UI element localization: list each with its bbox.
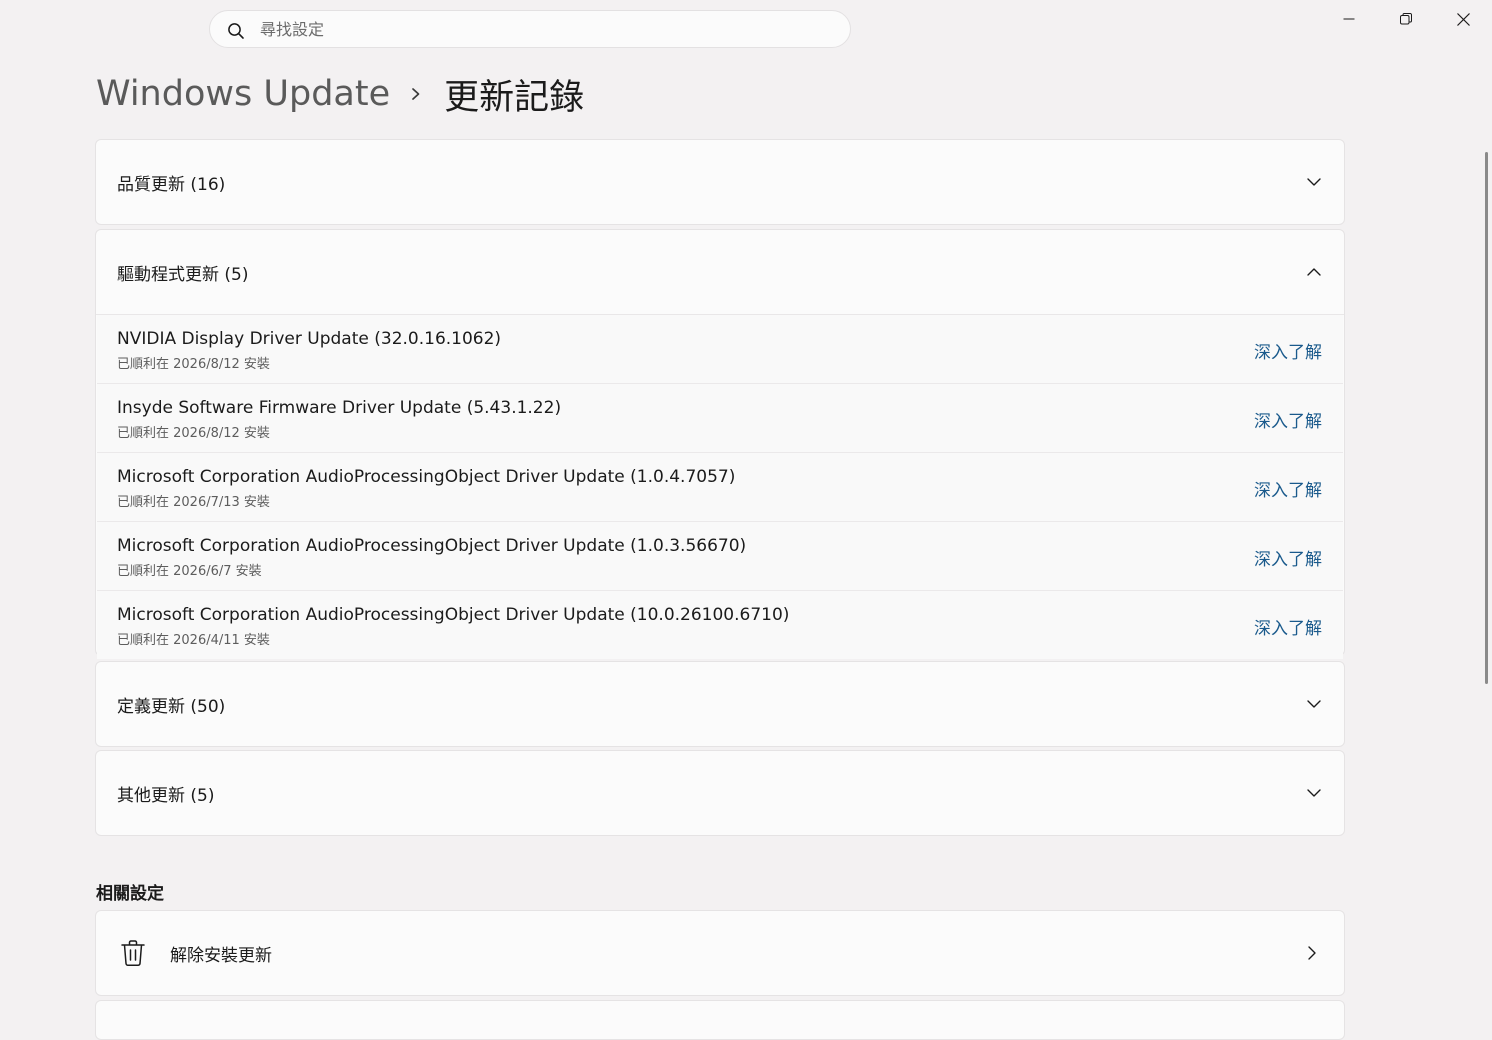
chevron-down-icon	[1307, 700, 1321, 708]
chevron-up-icon	[1307, 268, 1321, 276]
learn-more-link[interactable]: 深入了解	[1254, 338, 1322, 363]
list-item: Insyde Software Firmware Driver Update (…	[97, 384, 1343, 453]
page-title: 更新記錄	[444, 77, 585, 118]
chevron-down-icon	[1307, 789, 1321, 797]
update-title: NVIDIA Display Driver Update (32.0.16.10…	[117, 329, 502, 349]
uninstall-updates-row[interactable]: 解除安裝更新	[96, 911, 1344, 995]
learn-more-link[interactable]: 深入了解	[1254, 407, 1322, 432]
driver-updates-header[interactable]: 驅動程式更新 (5)	[96, 230, 1344, 315]
chevron-right-icon	[410, 86, 422, 102]
driver-updates-list: NVIDIA Display Driver Update (32.0.16.10…	[97, 315, 1343, 659]
search-input[interactable]	[260, 11, 820, 47]
driver-updates-card: 驅動程式更新 (5) NVIDIA Display Driver Update …	[95, 229, 1345, 659]
update-status: 已順利在 2026/6/7 安裝	[117, 564, 262, 579]
quality-updates-header[interactable]: 品質更新 (16)	[96, 140, 1344, 224]
learn-more-link[interactable]: 深入了解	[1254, 476, 1322, 501]
update-title: Insyde Software Firmware Driver Update (…	[117, 398, 562, 418]
learn-more-link[interactable]: 深入了解	[1254, 614, 1322, 639]
quality-updates-card[interactable]: 品質更新 (16)	[95, 139, 1345, 225]
list-item: NVIDIA Display Driver Update (32.0.16.10…	[97, 315, 1343, 384]
list-item: Microsoft Corporation AudioProcessingObj…	[97, 591, 1343, 659]
minimize-icon	[1343, 18, 1355, 20]
close-icon	[1456, 12, 1470, 26]
definition-updates-card[interactable]: 定義更新 (50)	[95, 661, 1345, 747]
driver-updates-label: 驅動程式更新 (5)	[117, 264, 249, 285]
definition-updates-label: 定義更新 (50)	[117, 696, 226, 717]
restore-icon	[1400, 13, 1412, 25]
update-title: Microsoft Corporation AudioProcessingObj…	[117, 536, 747, 556]
other-updates-label: 其他更新 (5)	[117, 785, 215, 806]
search-box[interactable]	[209, 10, 851, 48]
scrollbar[interactable]	[1485, 152, 1488, 684]
uninstall-updates-label: 解除安裝更新	[170, 945, 272, 966]
other-updates-card[interactable]: 其他更新 (5)	[95, 750, 1345, 836]
trash-icon	[121, 940, 145, 967]
update-status: 已順利在 2026/8/12 安裝	[117, 426, 270, 441]
chevron-right-icon	[1308, 946, 1316, 960]
minimize-button[interactable]	[1321, 0, 1377, 38]
breadcrumb: Windows Update 更新記錄	[96, 68, 584, 120]
definition-updates-header[interactable]: 定義更新 (50)	[96, 662, 1344, 746]
update-status: 已順利在 2026/7/13 安裝	[117, 495, 270, 510]
quality-updates-label: 品質更新 (16)	[117, 174, 226, 195]
update-title: Microsoft Corporation AudioProcessingObj…	[117, 467, 736, 487]
search-icon	[228, 23, 244, 39]
next-setting-card[interactable]	[95, 1000, 1345, 1040]
chevron-down-icon	[1307, 178, 1321, 186]
other-updates-header[interactable]: 其他更新 (5)	[96, 751, 1344, 835]
close-button[interactable]	[1435, 0, 1491, 38]
breadcrumb-windows-update[interactable]: Windows Update	[96, 74, 390, 114]
list-item: Microsoft Corporation AudioProcessingObj…	[97, 453, 1343, 522]
update-status: 已順利在 2026/4/11 安裝	[117, 633, 270, 648]
list-item: Microsoft Corporation AudioProcessingObj…	[97, 522, 1343, 591]
update-status: 已順利在 2026/8/12 安裝	[117, 357, 270, 372]
restore-button[interactable]	[1378, 0, 1434, 38]
related-settings-title: 相關設定	[96, 884, 164, 904]
learn-more-link[interactable]: 深入了解	[1254, 545, 1322, 570]
update-title: Microsoft Corporation AudioProcessingObj…	[117, 605, 790, 625]
uninstall-updates-button[interactable]: 解除安裝更新	[95, 910, 1345, 996]
